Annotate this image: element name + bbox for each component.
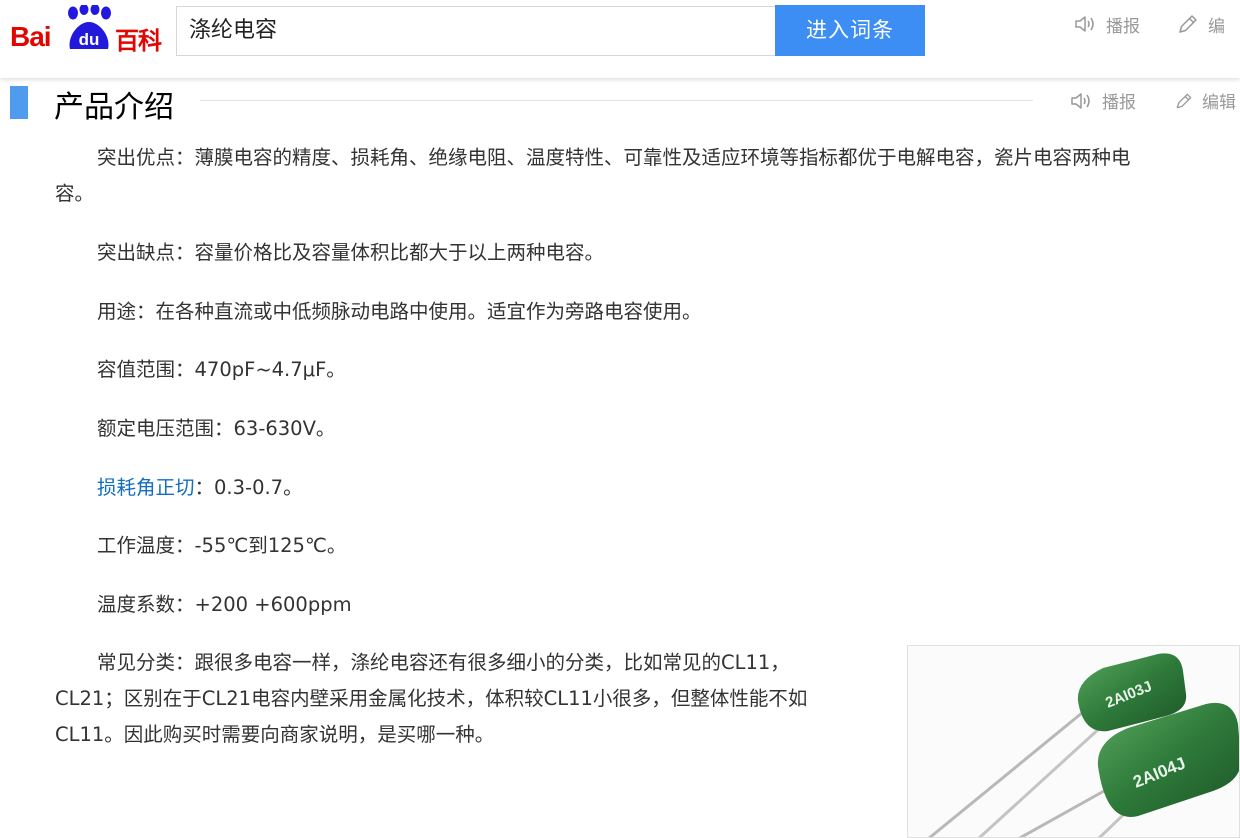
disadvantages-text: 突出缺点：容量价格比及容量体积比都大于以上两种电容。: [97, 241, 605, 264]
paragraph-advantages: 突出优点：薄膜电容的精度、损耗角、绝缘电阻、温度特性、可靠性及适应环境等指标都优…: [55, 140, 1225, 212]
paragraph-disadvantages: 突出缺点：容量价格比及容量体积比都大于以上两种电容。: [55, 235, 604, 271]
section-marker: [10, 86, 28, 119]
section-actions: 播报 编辑: [1070, 88, 1236, 113]
classification-line-1: 常见分类：跟很多电容一样，涤纶电容还有很多细小的分类，比如常见的CL11，: [97, 651, 790, 674]
advantages-text-cont: 容。: [55, 182, 95, 205]
section-edit-label: 编辑: [1202, 93, 1236, 113]
paragraph-loss-tangent: 损耗角正切：0.3-0.7。: [55, 470, 303, 506]
logo-baike-text: 百科: [115, 27, 162, 55]
paragraph-classification: 常见分类：跟很多电容一样，涤纶电容还有很多细小的分类，比如常见的CL11， CL…: [55, 645, 885, 753]
paragraph-capacitance-range: 容值范围：470pF~4.7μF。: [55, 352, 346, 388]
paragraph-temp-coefficient: 温度系数：+200 +600ppm: [55, 587, 352, 623]
header-read-label: 播报: [1106, 16, 1140, 37]
paw-icon: du: [68, 5, 111, 49]
temp-coefficient-text: 温度系数：+200 +600ppm: [97, 593, 352, 616]
pencil-icon: [1179, 15, 1197, 33]
advantages-text: 突出优点：薄膜电容的精度、损耗角、绝缘电阻、温度特性、可靠性及适应环境等指标都优…: [97, 146, 1131, 169]
header-edit-label: 编: [1208, 16, 1225, 37]
paragraph-operating-temp: 工作温度：-55℃到125℃。: [55, 528, 346, 564]
header-edit-button[interactable]: 编: [1176, 12, 1225, 37]
section-divider: [200, 100, 1033, 101]
loss-tangent-value: ：0.3-0.7。: [194, 476, 303, 499]
classification-line-2: CL21；区别在于CL21电容内壁采用金属化技术，体积较CL11小很多，但整体性…: [55, 687, 808, 710]
enter-entry-button[interactable]: 进入词条: [775, 5, 925, 56]
speaker-icon: [1071, 92, 1090, 109]
header-read-button[interactable]: 播报: [1074, 12, 1140, 37]
speaker-icon: [1075, 16, 1094, 32]
logo-du-text: du: [79, 30, 100, 49]
pencil-icon: [1176, 93, 1192, 108]
loss-tangent-link[interactable]: 损耗角正切: [97, 476, 195, 499]
header-actions: 播报 编: [1074, 10, 1240, 38]
baidu-baike-logo[interactable]: Bai du 百科: [10, 3, 162, 55]
section-read-button[interactable]: 播报: [1070, 88, 1136, 113]
search-input[interactable]: 涤纶电容: [176, 6, 776, 56]
section-title: 产品介绍: [54, 90, 174, 125]
logo-bai-text: Bai: [10, 21, 52, 52]
capacitor-photo[interactable]: 2AI03J 2AI04J: [907, 645, 1240, 838]
paragraph-usage: 用途：在各种直流或中低频脉动电路中使用。适宜作为旁路电容使用。: [55, 294, 702, 330]
section-read-label: 播报: [1102, 93, 1136, 113]
capacitor-illustration: 2AI03J 2AI04J: [928, 653, 1239, 837]
paragraph-voltage-range: 额定电压范围：63-630V。: [55, 411, 335, 447]
operating-temp-text: 工作温度：-55℃到125℃。: [97, 534, 347, 557]
capacitance-range-text: 容值范围：470pF~4.7μF。: [97, 358, 346, 381]
classification-line-3: CL11。因此购买时需要向商家说明，是买哪一种。: [55, 723, 495, 746]
top-bar: Bai du 百科 涤纶电容 进入词条 播报 编: [0, 0, 1240, 78]
section-edit-button[interactable]: 编辑: [1174, 88, 1236, 113]
voltage-range-text: 额定电压范围：63-630V。: [97, 417, 336, 440]
usage-text: 用途：在各种直流或中低频脉动电路中使用。适宜作为旁路电容使用。: [97, 300, 702, 323]
